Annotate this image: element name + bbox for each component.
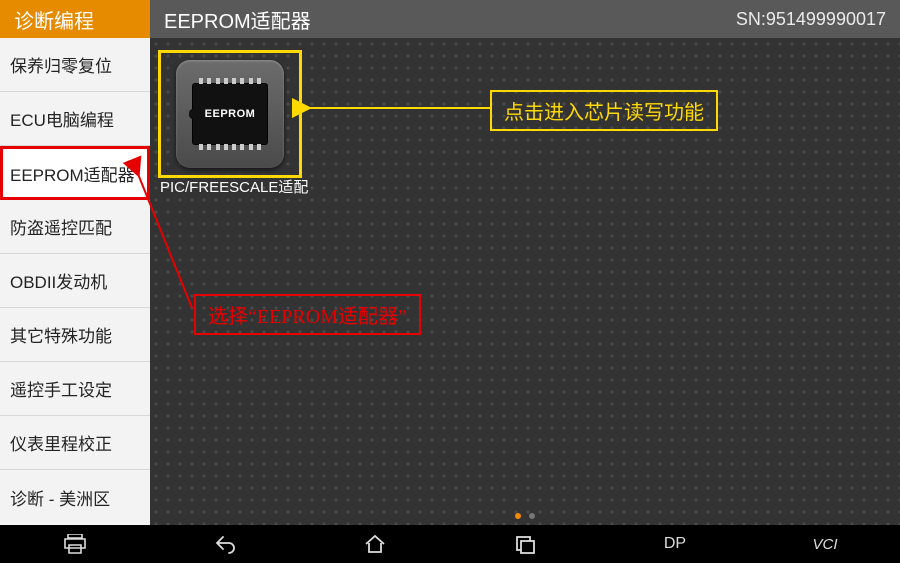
app-cell-eeprom[interactable]: EEPROM PIC/FREESCALE适配 bbox=[160, 54, 300, 197]
header-serial: SN:951499990017 bbox=[736, 0, 900, 38]
sidebar-item-maintenance-reset[interactable]: 保养归零复位 bbox=[0, 38, 150, 92]
sidebar-item-label: 防盗遥控匹配 bbox=[10, 214, 112, 239]
nav-home-button[interactable] bbox=[300, 534, 450, 554]
sidebar-item-ecu-programming[interactable]: ECU电脑编程 bbox=[0, 92, 150, 146]
nav-print-button[interactable] bbox=[0, 534, 150, 554]
app-icon-frame: EEPROM bbox=[160, 54, 300, 174]
app-caption: PIC/FREESCALE适配 bbox=[160, 176, 300, 197]
sidebar-item-label: 其它特殊功能 bbox=[10, 322, 112, 347]
sidebar-item-eeprom-adapter[interactable]: EEPROM适配器 bbox=[0, 146, 150, 200]
arrow-yellow bbox=[302, 98, 492, 118]
chip-icon: EEPROM bbox=[193, 84, 267, 144]
header-bar: 诊断编程 EEPROM适配器 SN:951499990017 bbox=[0, 0, 900, 38]
printer-icon bbox=[63, 534, 87, 554]
nav-vci-button[interactable]: VCI bbox=[750, 536, 900, 553]
sidebar-item-immo-remote[interactable]: 防盗遥控匹配 bbox=[0, 200, 150, 254]
page-dots bbox=[150, 513, 900, 519]
sidebar-item-diagnosis-america[interactable]: 诊断 - 美洲区 bbox=[0, 470, 150, 524]
page-dot-active bbox=[515, 513, 521, 519]
page-dot bbox=[529, 513, 535, 519]
header-title: EEPROM适配器 bbox=[150, 0, 736, 38]
sidebar-item-obdii-engine[interactable]: OBDII发动机 bbox=[0, 254, 150, 308]
recent-icon bbox=[513, 534, 537, 554]
sidebar: 保养归零复位 ECU电脑编程 EEPROM适配器 防盗遥控匹配 OBDII发动机… bbox=[0, 38, 150, 525]
body: 保养归零复位 ECU电脑编程 EEPROM适配器 防盗遥控匹配 OBDII发动机… bbox=[0, 38, 900, 525]
sidebar-item-remote-manual[interactable]: 遥控手工设定 bbox=[0, 362, 150, 416]
app-grid: EEPROM PIC/FREESCALE适配 bbox=[160, 54, 300, 197]
sidebar-item-other-special[interactable]: 其它特殊功能 bbox=[0, 308, 150, 362]
chip-label: EEPROM bbox=[205, 108, 256, 120]
nav-bar: DP VCI bbox=[0, 525, 900, 563]
sidebar-item-label: 诊断 - 美洲区 bbox=[10, 485, 110, 510]
nav-back-button[interactable] bbox=[150, 534, 300, 554]
sidebar-item-label: 仪表里程校正 bbox=[10, 430, 112, 455]
sidebar-item-label: EEPROM适配器 bbox=[10, 161, 135, 186]
sidebar-item-label: 遥控手工设定 bbox=[10, 376, 112, 401]
back-icon bbox=[213, 534, 237, 554]
screen: 诊断编程 EEPROM适配器 SN:951499990017 保养归零复位 EC… bbox=[0, 0, 900, 563]
nav-dp-label: DP bbox=[664, 535, 686, 553]
header-category: 诊断编程 bbox=[0, 0, 150, 38]
home-icon bbox=[363, 534, 387, 554]
callout-yellow: 点击进入芯片读写功能 bbox=[490, 90, 718, 131]
sidebar-item-odometer-correction[interactable]: 仪表里程校正 bbox=[0, 416, 150, 470]
sidebar-item-label: OBDII发动机 bbox=[10, 268, 107, 293]
app-icon-eeprom: EEPROM bbox=[176, 60, 284, 168]
callout-red: 选择“EEPROM适配器” bbox=[194, 294, 421, 335]
nav-dp-button[interactable]: DP bbox=[600, 535, 750, 553]
nav-vci-label: VCI bbox=[812, 536, 837, 553]
sidebar-item-label: 保养归零复位 bbox=[10, 52, 112, 77]
sidebar-item-label: ECU电脑编程 bbox=[10, 106, 114, 131]
nav-recent-button[interactable] bbox=[450, 534, 600, 554]
main-area: EEPROM PIC/FREESCALE适配 点击进入芯片读写功能 选择“EEP… bbox=[150, 38, 900, 525]
